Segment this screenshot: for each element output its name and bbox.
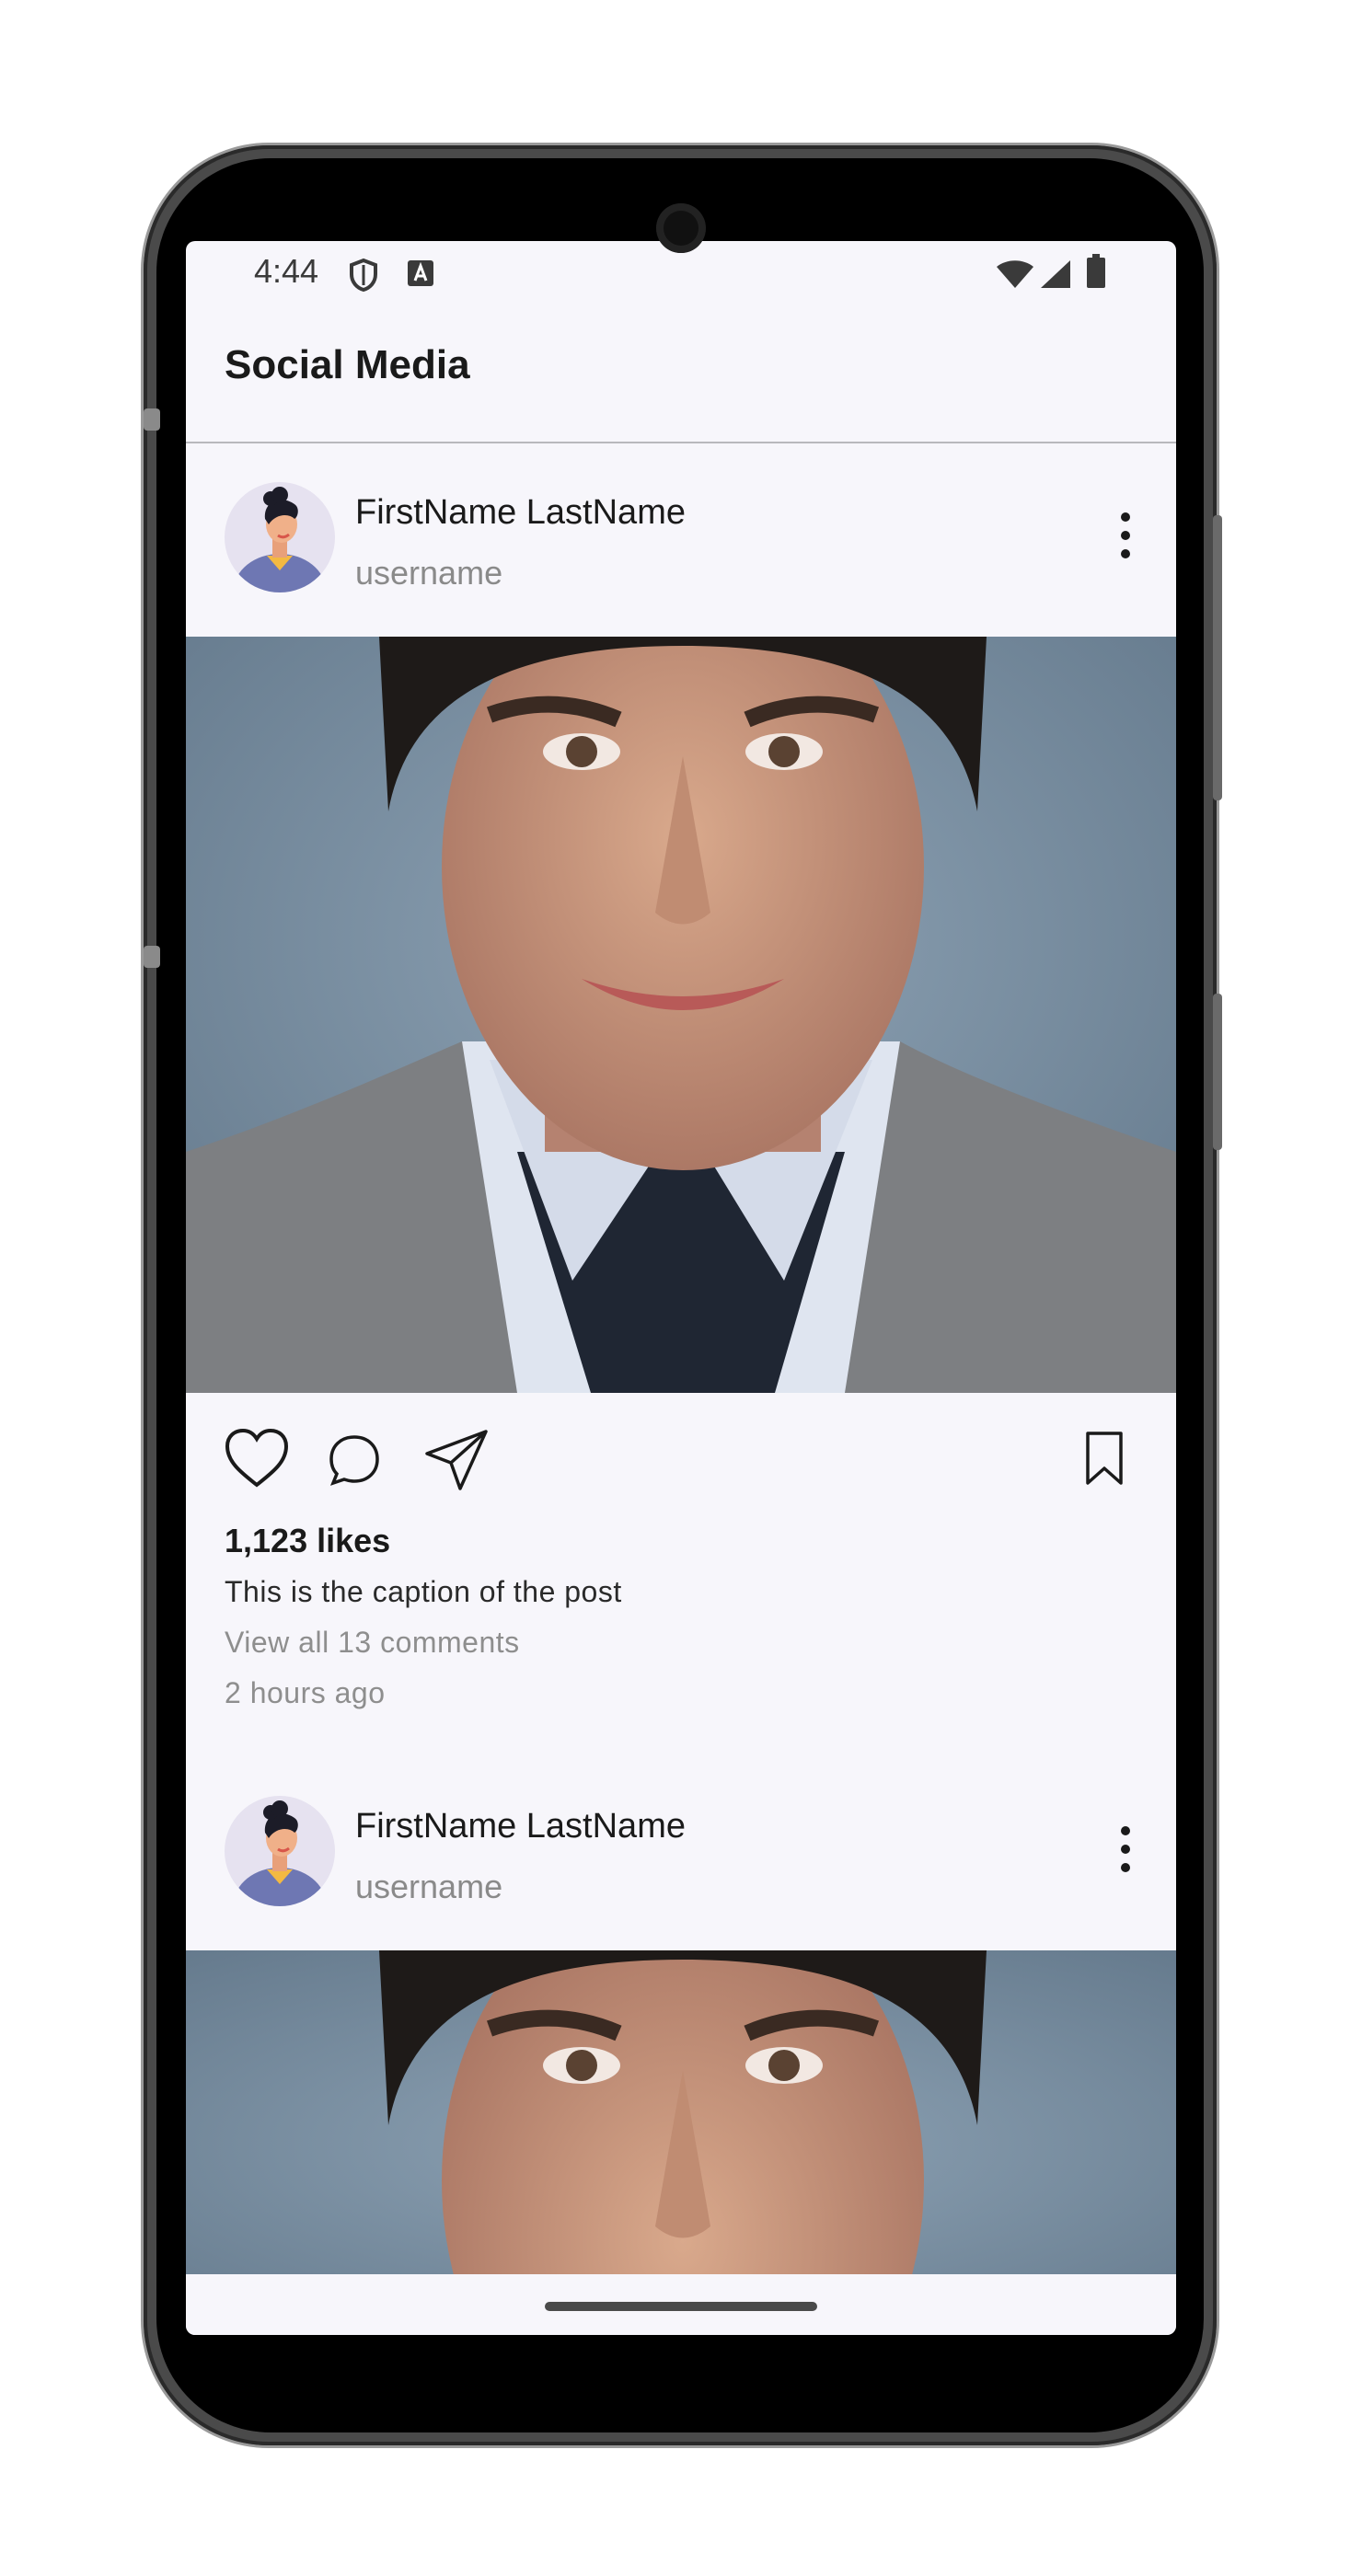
- post-image[interactable]: [186, 637, 1176, 1393]
- status-time: 4:44: [254, 252, 319, 290]
- frame-antenna-band: [144, 408, 160, 431]
- post-header: FirstName LastName username: [186, 443, 1176, 637]
- keyboard-a-icon: [407, 259, 434, 292]
- likes-count[interactable]: 1,123 likes: [225, 1522, 390, 1560]
- more-options-icon[interactable]: [1112, 1822, 1139, 1877]
- wifi-icon: [996, 259, 1034, 293]
- home-gesture-handle[interactable]: [545, 2302, 817, 2311]
- post-header: FirstName LastName username: [186, 1757, 1176, 1950]
- app-title: Social Media: [225, 342, 470, 387]
- post-caption: This is the caption of the post: [225, 1575, 622, 1608]
- post-image[interactable]: [186, 1950, 1176, 2274]
- cellular-signal-icon: [1040, 259, 1071, 293]
- view-comments-link[interactable]: View all 13 comments: [225, 1626, 520, 1660]
- post-author-name[interactable]: FirstName LastName: [355, 1807, 686, 1846]
- post-username[interactable]: username: [355, 1868, 502, 1906]
- screen: 4:44 Social Media FirstName LastName use…: [186, 241, 1176, 2335]
- post-author-name[interactable]: FirstName LastName: [355, 493, 686, 533]
- like-heart-icon[interactable]: [225, 1428, 289, 1493]
- bookmark-icon[interactable]: [1084, 1430, 1125, 1491]
- front-camera: [656, 203, 706, 253]
- post-username[interactable]: username: [355, 554, 502, 592]
- post-timestamp: 2 hours ago: [225, 1676, 386, 1709]
- navigation-bar: [186, 2276, 1176, 2335]
- app-bar: Social Media: [186, 305, 1176, 443]
- comment-bubble-icon[interactable]: [328, 1433, 381, 1491]
- frame-antenna-band: [144, 946, 160, 968]
- avatar[interactable]: [225, 482, 335, 592]
- share-send-icon[interactable]: [423, 1428, 490, 1497]
- power-button: [1213, 515, 1222, 800]
- volume-button: [1213, 994, 1222, 1150]
- battery-icon: [1086, 254, 1106, 293]
- shield-icon: [348, 258, 379, 297]
- avatar[interactable]: [225, 1796, 335, 1906]
- post-actions: [186, 1428, 1176, 1520]
- more-options-icon[interactable]: [1112, 508, 1139, 563]
